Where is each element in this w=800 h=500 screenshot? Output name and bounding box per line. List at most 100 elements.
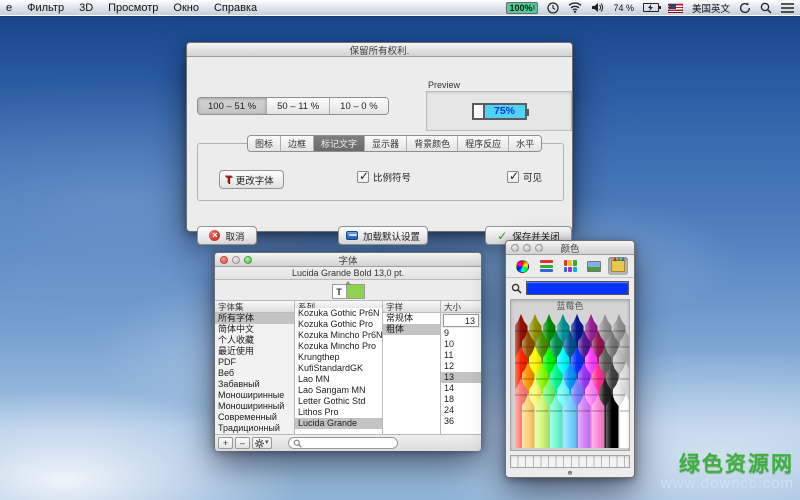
family-item[interactable]: Lucida Grande	[295, 418, 382, 429]
collapse-arrow-icon[interactable]	[345, 281, 351, 285]
volume-icon[interactable]	[591, 2, 604, 13]
menu-item[interactable]: Окно	[173, 2, 199, 14]
text-color-swatch[interactable]	[347, 285, 364, 298]
family-item[interactable]: Lao Sangam MN	[295, 385, 382, 396]
collection-item[interactable]: 最近使用	[215, 346, 294, 357]
dialog-titlebar[interactable]: 保留所有权利.	[187, 43, 572, 57]
collection-item[interactable]: Веб	[215, 368, 294, 379]
wifi-icon[interactable]	[568, 2, 582, 13]
crayon[interactable]	[550, 394, 563, 448]
remove-collection-button[interactable]: –	[235, 437, 250, 449]
zoom-button[interactable]	[244, 256, 252, 264]
typeface-item[interactable]: 常规体	[383, 313, 440, 324]
collection-item[interactable]: 个人收藏	[215, 335, 294, 346]
color-wheel-tab[interactable]	[512, 257, 532, 275]
size-header[interactable]: 大小	[441, 301, 481, 313]
tab[interactable]: 背景颜色	[407, 136, 458, 151]
menu-item[interactable]: Просмотр	[108, 2, 158, 14]
range-segment-button[interactable]: 50 – 11 %	[267, 98, 330, 114]
collection-item[interactable]: Традиционный	[215, 423, 294, 434]
size-item[interactable]: 11	[441, 350, 481, 361]
checkbox[interactable]	[357, 171, 369, 183]
tab[interactable]: 水平	[509, 136, 541, 151]
font-search-field[interactable]	[288, 437, 398, 449]
collection-item[interactable]: Забавный	[215, 379, 294, 390]
image-palettes-tab[interactable]	[584, 257, 604, 275]
add-collection-button[interactable]: +	[218, 437, 233, 449]
checkbox[interactable]	[507, 171, 519, 183]
close-button[interactable]	[511, 244, 519, 252]
size-item[interactable]: 24	[441, 405, 481, 416]
family-item[interactable]: Krungthep	[295, 352, 382, 363]
crayon[interactable]	[564, 394, 577, 448]
family-item[interactable]: Kozuka Mincho Pro	[295, 341, 382, 352]
collections-header[interactable]: 字体集	[215, 301, 294, 313]
family-item[interactable]: KufiStandardGK	[295, 363, 382, 374]
typeface-header[interactable]: 字样	[383, 301, 440, 313]
sync-icon[interactable]	[739, 2, 751, 14]
crayon[interactable]	[578, 394, 591, 448]
action-menu-button[interactable]: ▾	[252, 437, 272, 449]
battery-charging-icon[interactable]	[643, 3, 659, 12]
menu-app-partial[interactable]: e	[6, 2, 12, 14]
change-font-button[interactable]: T 更改字体	[219, 170, 284, 189]
resize-dimple[interactable]	[568, 471, 572, 475]
color-panel-titlebar[interactable]: 颜色	[506, 241, 634, 255]
family-item[interactable]: Kozuka Gothic Pro	[295, 319, 382, 330]
size-input[interactable]: 13	[443, 314, 479, 327]
font-panel-titlebar[interactable]: 字体	[215, 253, 481, 267]
size-item[interactable]: 9	[441, 328, 481, 339]
collection-item[interactable]: Моноширинные	[215, 390, 294, 401]
crayons-tab[interactable]	[608, 257, 628, 275]
input-language-flag-icon[interactable]	[668, 3, 683, 13]
menu-item[interactable]: 3D	[79, 2, 93, 14]
family-item[interactable]: Lao MN	[295, 374, 382, 385]
size-item[interactable]: 14	[441, 383, 481, 394]
tab[interactable]: 程序反应	[458, 136, 509, 151]
crayon[interactable]	[522, 394, 535, 448]
family-item[interactable]: Kozuka Gothic Pr6N	[295, 308, 382, 319]
size-item[interactable]: 13	[441, 372, 481, 383]
collection-item[interactable]: 简体中文	[215, 324, 294, 335]
battery-menu-extra[interactable]: 100%	[506, 2, 538, 14]
tab[interactable]: 标记文字	[314, 136, 365, 151]
collection-item[interactable]: PDF	[215, 357, 294, 368]
crayon[interactable]	[606, 394, 619, 448]
menu-item[interactable]: Справка	[214, 2, 257, 14]
cancel-button[interactable]: × 取消	[197, 226, 257, 245]
swatch-strip[interactable]	[510, 455, 630, 468]
size-item[interactable]: 36	[441, 416, 481, 427]
text-color-control[interactable]: T	[332, 284, 365, 299]
loupe-icon[interactable]	[511, 283, 522, 294]
color-sliders-tab[interactable]	[536, 257, 556, 275]
menu-item[interactable]: Фильтр	[27, 2, 64, 14]
spotlight-search-icon[interactable]	[760, 2, 772, 14]
close-button[interactable]	[220, 256, 228, 264]
tab[interactable]: 图标	[248, 136, 281, 151]
range-segment-button[interactable]: 100 – 51 %	[198, 98, 267, 114]
range-segment-button[interactable]: 10 – 0 %	[330, 98, 388, 114]
collection-item[interactable]: 所有字体	[215, 313, 294, 324]
input-language-label[interactable]: 美国英文	[692, 1, 730, 15]
zoom-button[interactable]	[535, 244, 543, 252]
family-item[interactable]: Letter Gothic Std	[295, 396, 382, 407]
color-palettes-tab[interactable]	[560, 257, 580, 275]
load-defaults-button[interactable]: 加载默认设置	[338, 226, 428, 245]
crayon[interactable]	[620, 394, 631, 448]
notification-center-icon[interactable]	[781, 3, 794, 13]
size-item[interactable]: 12	[441, 361, 481, 372]
typeface-item[interactable]: 粗体	[383, 324, 440, 335]
size-item[interactable]: 18	[441, 394, 481, 405]
family-item[interactable]: Kozuka Mincho Pr6N	[295, 330, 382, 341]
size-item[interactable]: 10	[441, 339, 481, 350]
family-item[interactable]: Lithos Pro	[295, 407, 382, 418]
selected-color-well[interactable]	[526, 281, 629, 295]
collection-item[interactable]: Современный	[215, 412, 294, 423]
crayon[interactable]	[592, 394, 605, 448]
tab[interactable]: 显示器	[365, 136, 407, 151]
tab[interactable]: 边框	[281, 136, 314, 151]
collection-item[interactable]: Моноширинный	[215, 401, 294, 412]
minimize-button[interactable]	[523, 244, 531, 252]
crayon[interactable]	[536, 394, 549, 448]
clock-icon[interactable]	[547, 2, 559, 14]
